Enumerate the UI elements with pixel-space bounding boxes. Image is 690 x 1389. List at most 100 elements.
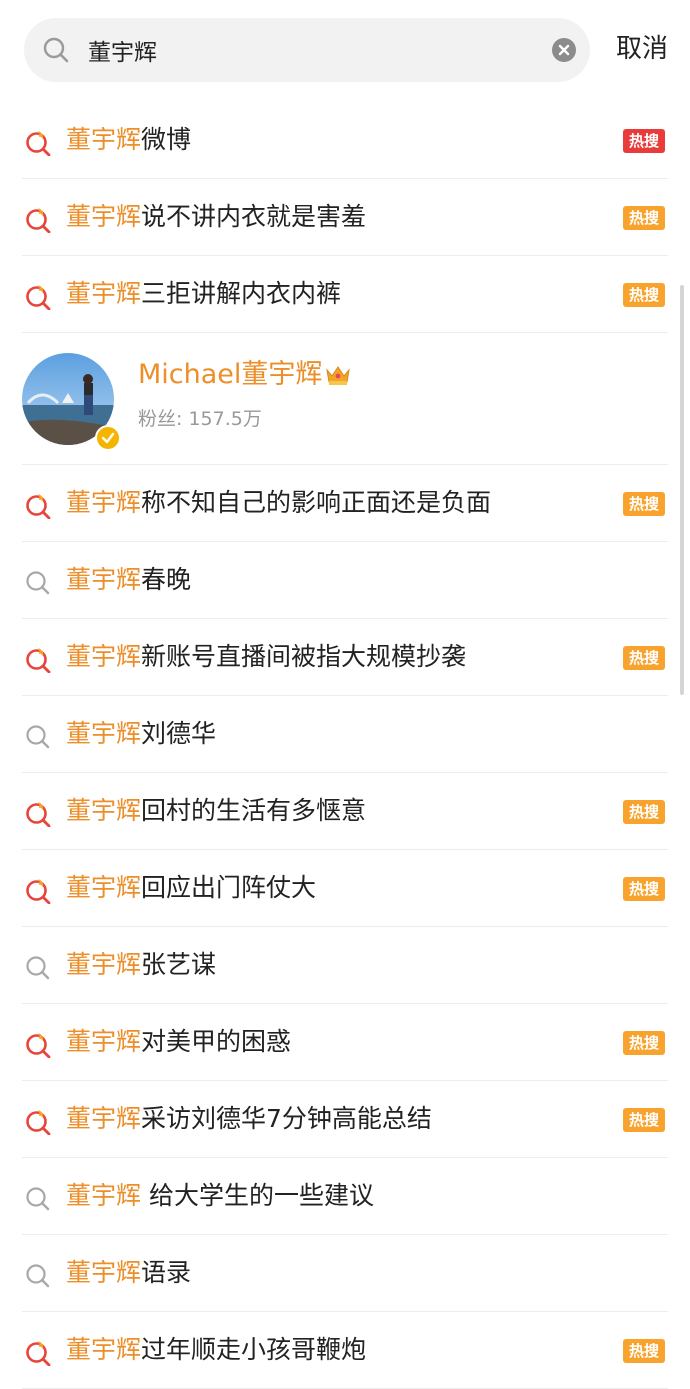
suggestion-row[interactable]: 董宇辉对美甲的困惑 热搜 <box>0 1004 690 1081</box>
suggestion-row[interactable]: 董宇辉张艺谋 <box>0 927 690 1004</box>
hot-search-icon <box>24 1107 52 1136</box>
hot-badge: 热搜 <box>623 206 665 230</box>
search-box[interactable] <box>24 18 590 82</box>
suggestion-row[interactable]: 董宇辉过年顺走小孩哥鞭炮 热搜 <box>0 1312 690 1389</box>
scrollbar[interactable] <box>680 285 684 695</box>
suggestion-list: 董宇辉微博热搜董宇辉说不讲内衣就是害羞热搜董宇辉三拒讲解内衣内裤热搜 <box>0 102 690 1389</box>
suggestion-suffix: 语录 <box>141 1258 192 1287</box>
search-header: 取消 <box>0 0 690 100</box>
suggestion-text: 董宇辉说不讲内衣就是害羞 <box>66 199 366 235</box>
suggestion-suffix: 刘德华 <box>141 719 217 748</box>
hot-search-icon <box>24 491 52 520</box>
suggestion-text: 董宇辉刘德华 <box>66 716 216 752</box>
suggestion-suffix: 新账号直播间被指大规模抄袭 <box>141 642 467 671</box>
suggestion-text: 董宇辉对美甲的困惑 <box>66 1024 291 1060</box>
hot-search-icon <box>24 282 52 311</box>
suggestion-keyword: 董宇辉 <box>66 796 142 825</box>
hot-badge: 热搜 <box>623 877 665 901</box>
suggestion-text: 董宇辉三拒讲解内衣内裤 <box>66 276 341 312</box>
suggestion-row[interactable]: 董宇辉微博 热搜 <box>0 102 690 179</box>
suggestion-row[interactable]: 董宇辉称不知自己的影响正面还是负面 热搜 <box>0 465 690 542</box>
suggestion-keyword: 董宇辉 <box>66 202 142 231</box>
hot-search-icon <box>24 876 52 905</box>
suggestion-keyword: 董宇辉 <box>66 642 142 671</box>
suggestion-row[interactable]: 董宇辉三拒讲解内衣内裤 热搜 <box>0 256 690 333</box>
hot-badge: 热搜 <box>623 646 665 670</box>
hot-badge: 热搜 <box>623 1031 665 1055</box>
suggestion-suffix: 过年顺走小孩哥鞭炮 <box>141 1335 367 1364</box>
suggestion-suffix: 给大学生的一些建议 <box>141 1181 374 1210</box>
suggestion-suffix: 三拒讲解内衣内裤 <box>141 279 342 308</box>
search-input[interactable] <box>84 28 512 72</box>
suggestion-suffix: 对美甲的困惑 <box>141 1027 292 1056</box>
suggestion-suffix: 称不知自己的影响正面还是负面 <box>141 488 492 517</box>
cancel-button[interactable]: 取消 <box>616 28 668 65</box>
hot-search-icon <box>24 128 52 157</box>
suggestion-keyword: 董宇辉 <box>66 1027 142 1056</box>
suggestion-text: 董宇辉称不知自己的影响正面还是负面 <box>66 485 491 521</box>
suggestion-text: 董宇辉 给大学生的一些建议 <box>66 1178 374 1214</box>
follower-count: 粉丝: 157.5万 <box>138 408 262 430</box>
suggestion-text: 董宇辉微博 <box>66 122 191 158</box>
suggestion-keyword: 董宇辉 <box>66 1335 142 1364</box>
suggestion-text: 董宇辉采访刘德华7分钟高能总结 <box>66 1101 432 1137</box>
search-icon <box>24 722 52 750</box>
suggestion-keyword: 董宇辉 <box>66 873 142 902</box>
suggestion-keyword: 董宇辉 <box>66 125 142 154</box>
hot-badge: 热搜 <box>623 492 665 516</box>
suggestion-row[interactable]: 董宇辉说不讲内衣就是害羞 热搜 <box>0 179 690 256</box>
search-icon <box>24 953 52 981</box>
hot-badge: 热搜 <box>623 800 665 824</box>
suggestion-suffix: 回应出门阵仗大 <box>141 873 317 902</box>
suggestion-suffix: 张艺谋 <box>141 950 217 979</box>
suggestion-group-top: 董宇辉微博 热搜 董宇辉说不讲内衣就是害羞 热搜 董宇辉三拒讲解内衣内裤 热搜 <box>0 102 690 333</box>
suggestion-text: 董宇辉回应出门阵仗大 <box>66 870 316 906</box>
suggestion-keyword: 董宇辉 <box>66 1181 142 1210</box>
search-icon <box>24 1184 52 1212</box>
suggestion-keyword: 董宇辉 <box>66 950 142 979</box>
suggestion-suffix: 微博 <box>141 125 192 154</box>
hot-badge: 热搜 <box>623 129 665 153</box>
suggestion-text: 董宇辉过年顺走小孩哥鞭炮 <box>66 1332 366 1368</box>
suggestion-group-bottom: 董宇辉称不知自己的影响正面还是负面 热搜 董宇辉春晚 董宇辉新账号直播间被指大规模抄袭… <box>0 465 690 1389</box>
user-card[interactable]: Michael董宇辉 粉丝: 157.5万 <box>0 333 690 465</box>
suggestion-row[interactable]: 董宇辉回村的生活有多惬意 热搜 <box>0 773 690 850</box>
suggestion-suffix: 回村的生活有多惬意 <box>141 796 367 825</box>
search-icon <box>42 36 70 64</box>
suggestion-keyword: 董宇辉 <box>66 719 142 748</box>
suggestion-keyword: 董宇辉 <box>66 1104 142 1133</box>
suggestion-keyword: 董宇辉 <box>66 565 142 594</box>
suggestion-row[interactable]: 董宇辉采访刘德华7分钟高能总结 热搜 <box>0 1081 690 1158</box>
suggestion-text: 董宇辉张艺谋 <box>66 947 216 983</box>
suggestion-row[interactable]: 董宇辉语录 <box>0 1235 690 1312</box>
crown-icon <box>325 360 351 385</box>
suggestion-row[interactable]: 董宇辉春晚 <box>0 542 690 619</box>
suggestion-text: 董宇辉春晚 <box>66 562 191 598</box>
suggestion-row[interactable]: 董宇辉新账号直播间被指大规模抄袭 热搜 <box>0 619 690 696</box>
suggestion-suffix: 春晚 <box>141 565 192 594</box>
suggestion-keyword: 董宇辉 <box>66 1258 142 1287</box>
suggestion-suffix: 说不讲内衣就是害羞 <box>141 202 367 231</box>
suggestion-row[interactable]: 董宇辉 给大学生的一些建议 <box>0 1158 690 1235</box>
suggestion-text: 董宇辉语录 <box>66 1255 191 1291</box>
hot-badge: 热搜 <box>623 1108 665 1132</box>
user-name[interactable]: Michael董宇辉 <box>138 357 351 393</box>
suggestion-suffix: 采访刘德华7分钟高能总结 <box>141 1104 432 1133</box>
suggestion-row[interactable]: 董宇辉回应出门阵仗大 热搜 <box>0 850 690 927</box>
hot-badge: 热搜 <box>623 283 665 307</box>
suggestion-text: 董宇辉回村的生活有多惬意 <box>66 793 366 829</box>
verified-badge-icon <box>95 425 121 451</box>
hot-search-icon <box>24 1030 52 1059</box>
hot-search-icon <box>24 645 52 674</box>
clear-icon[interactable] <box>552 38 576 62</box>
suggestion-row[interactable]: 董宇辉刘德华 <box>0 696 690 773</box>
hot-search-icon <box>24 1338 52 1367</box>
hot-search-icon <box>24 205 52 234</box>
suggestion-keyword: 董宇辉 <box>66 279 142 308</box>
suggestion-keyword: 董宇辉 <box>66 488 142 517</box>
hot-search-icon <box>24 799 52 828</box>
search-icon <box>24 1261 52 1289</box>
search-icon <box>24 568 52 596</box>
hot-badge: 热搜 <box>623 1339 665 1363</box>
suggestion-text: 董宇辉新账号直播间被指大规模抄袭 <box>66 639 466 675</box>
